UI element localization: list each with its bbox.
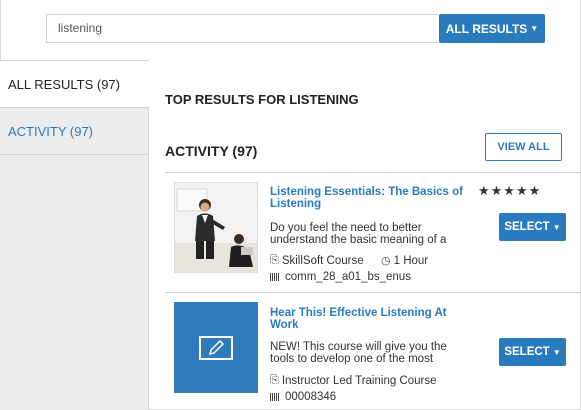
classroom-edit-icon [199,335,233,360]
course-title-line: Work [270,319,299,331]
clock-icon: ◷ [381,255,391,267]
course-type-icon: ⎘ [270,254,279,266]
description-line: NEW! This course will give you the [270,341,447,353]
course-type-label: Instructor Led Training Course [281,374,437,387]
barcode-icon [270,393,280,401]
course-description: Do you feel the need to better understan… [270,222,480,246]
course-title-line: Listening Essentials: The Basics of [270,186,463,198]
course-type: ⎘ SkillSoft Course [270,254,364,267]
select-label: SELECT [504,221,550,233]
divider [165,172,581,173]
course-type-icon: ⎘ [270,374,279,386]
course-duration: ◷ 1 Hour [381,254,429,268]
course-thumbnail-classroom[interactable] [174,302,258,393]
sidebar-item-all-results[interactable]: ALL RESULTS (97) [0,61,149,108]
rating-stars: ★★★★★ [478,183,542,198]
search-scope-label: ALL RESULTS [445,21,528,36]
divider [165,292,581,293]
caret-down-icon: ▼ [530,24,539,33]
select-button[interactable]: SELECT ▼ [499,213,566,241]
sidebar-item-label: ALL RESULTS (97) [8,76,120,92]
select-button[interactable]: SELECT ▼ [499,338,566,366]
search-input[interactable]: listening [46,14,438,43]
description-line: tools to develop one of the most [270,353,434,365]
page-title: TOP RESULTS FOR LISTENING [165,92,359,107]
course-code-label: comm_28_a01_bs_enus [285,271,411,283]
course-title-link[interactable]: Listening Essentials: The Basics of List… [270,186,475,210]
course-thumbnail-photo[interactable] [174,182,258,273]
sidebar-item-label: ACTIVITY (97) [8,123,94,139]
view-all-button[interactable]: VIEW ALL [485,133,562,161]
description-line: Do you feel the need to better [270,222,422,234]
course-type: ⎘ Instructor Led Training Course [270,374,437,387]
select-label: SELECT [504,346,550,358]
sidebar-item-activity[interactable]: ACTIVITY (97) [0,108,148,155]
course-type-label: SkillSoft Course [281,254,364,267]
caret-down-icon: ▼ [552,222,561,232]
course-description: NEW! This course will give you the tools… [270,341,480,365]
section-title: ACTIVITY (97) [165,143,258,159]
barcode-icon [270,273,280,281]
course-code-label: 00008346 [285,391,337,403]
course-duration-label: 1 Hour [393,254,429,267]
presenter-image-icon [175,183,257,272]
course-title-link[interactable]: Hear This! Effective Listening At Work [270,307,475,331]
caret-down-icon: ▼ [552,347,561,357]
course-title-line: Hear This! Effective Listening At [270,307,447,319]
search-scope-dropdown[interactable]: ALL RESULTS ▼ [439,14,545,43]
sidebar: ALL RESULTS (97) ACTIVITY (97) [0,60,149,410]
course-code: 00008346 [270,391,336,403]
course-code: comm_28_a01_bs_enus [270,271,411,283]
description-line: understand the basic meaning of a [270,234,447,246]
course-title-line: Listening [270,198,322,210]
